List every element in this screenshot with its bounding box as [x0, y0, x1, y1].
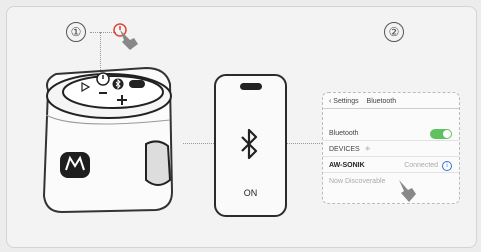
step-two-label: ② [384, 22, 404, 42]
speaker-illustration [42, 66, 174, 214]
device-status: Connected [404, 162, 439, 169]
bluetooth-toggle[interactable] [430, 129, 452, 139]
chevron-left-icon[interactable]: ‹ [329, 98, 331, 105]
phone-notch [240, 83, 262, 90]
speaker-logo-badge [60, 152, 90, 178]
discoverable-text: Now Discoverable [329, 178, 386, 185]
bluetooth-icon [241, 128, 258, 160]
power-icon [96, 72, 110, 86]
devices-header-row: DEVICES ✳ [323, 143, 459, 157]
play-icon [81, 82, 90, 92]
devices-label: DEVICES [329, 146, 360, 153]
phone-status-text: ON [243, 188, 258, 198]
settings-header: ‹ Settings Bluetooth [323, 95, 459, 109]
bluetooth-label: Bluetooth [329, 130, 359, 137]
connector-line [183, 143, 214, 144]
spinner-icon: ✳ [364, 146, 371, 153]
plus-icon [117, 95, 127, 105]
discoverable-row: Now Discoverable [323, 175, 459, 189]
dual-button-icon [129, 80, 145, 88]
hand-pointer-icon [399, 180, 416, 202]
bluetooth-toggle-row: Bluetooth [323, 127, 459, 141]
device-name: AW-SONIK [329, 162, 365, 169]
hand-pointer-icon [120, 30, 138, 50]
page-title: Bluetooth [366, 98, 397, 105]
bluetooth-settings-panel: ‹ Settings Bluetooth Bluetooth DEVICES ✳… [322, 92, 460, 204]
bluetooth-icon [112, 78, 124, 90]
back-button[interactable]: Settings [333, 98, 358, 105]
connector-line [287, 143, 322, 144]
info-icon[interactable]: i [442, 161, 452, 171]
minus-icon [99, 92, 107, 94]
phone-illustration: ON [214, 74, 287, 217]
device-row[interactable]: AW-SONIK Connected i [323, 159, 459, 173]
